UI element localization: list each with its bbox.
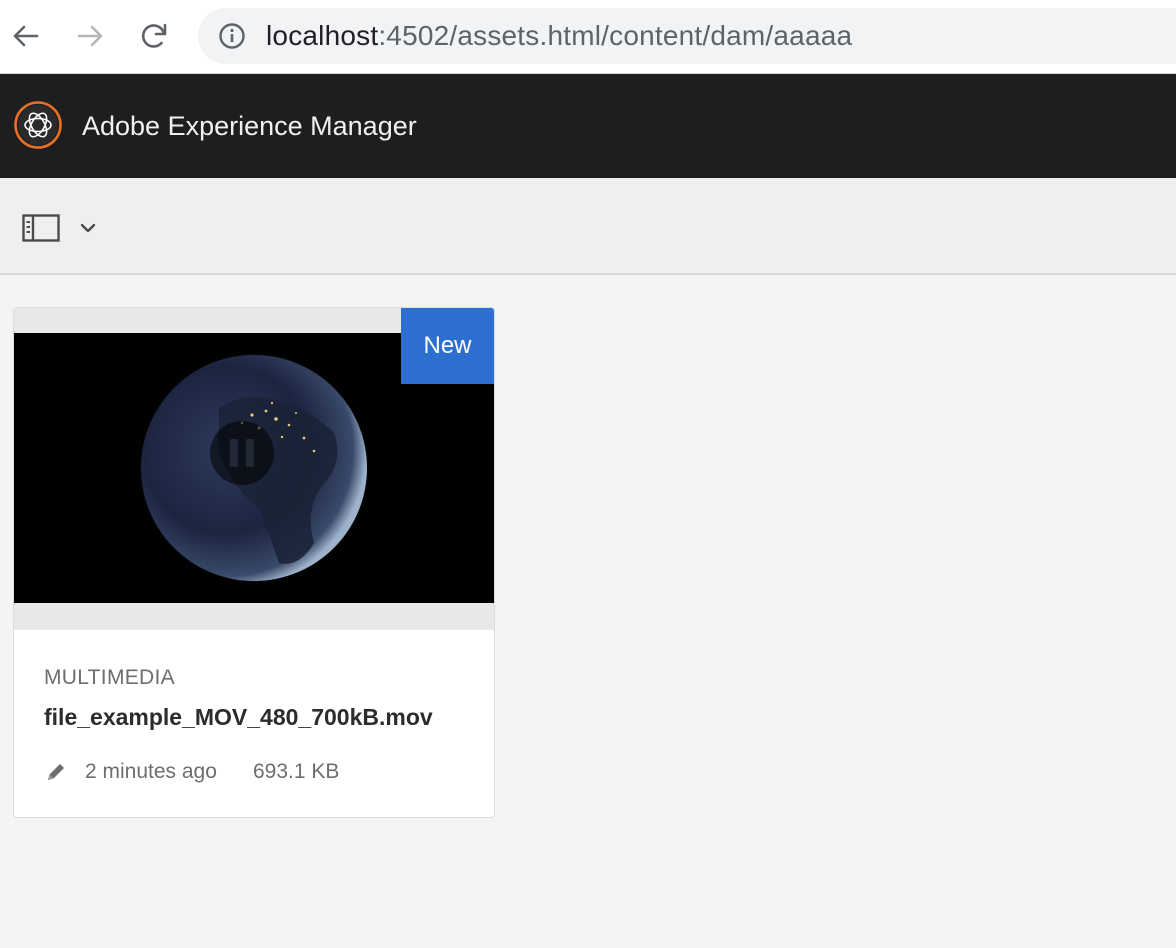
file-size: 693.1 KB (253, 760, 340, 783)
chevron-down-icon (80, 223, 96, 233)
asset-card[interactable]: New MULTIMEDIA file_example_MOV_480_700k… (13, 307, 495, 818)
action-bar (0, 178, 1176, 275)
pencil-icon (48, 764, 64, 780)
new-badge: New (401, 308, 494, 384)
forward-arrow-icon (77, 25, 103, 47)
reload-icon (141, 23, 167, 48)
info-icon[interactable] (218, 22, 246, 50)
app-title[interactable]: Adobe Experience Manager (82, 110, 417, 142)
asset-thumbnail[interactable]: New (14, 308, 494, 630)
asset-type: MULTIMEDIA (44, 666, 175, 689)
forward-button[interactable] (70, 16, 110, 56)
rail-toggle-button[interactable] (18, 208, 108, 248)
modified-time: 2 minutes ago (85, 760, 217, 783)
url-text[interactable]: localhost:4502/assets.html/content/dam/a… (266, 20, 852, 52)
address-bar[interactable]: localhost:4502/assets.html/content/dam/a… (198, 8, 1176, 64)
back-button[interactable] (6, 16, 46, 56)
url-path: :4502/assets.html/content/dam/aaaaa (378, 20, 853, 51)
aem-header: Adobe Experience Manager (0, 74, 1176, 178)
pause-icon[interactable] (210, 421, 274, 485)
reload-button[interactable] (134, 16, 174, 56)
asset-name[interactable]: file_example_MOV_480_700kB.mov (44, 704, 433, 731)
asset-meta: MULTIMEDIA file_example_MOV_480_700kB.mo… (14, 630, 494, 817)
rail-toggle-icon (22, 214, 60, 242)
back-arrow-icon (13, 25, 39, 47)
aem-logo-icon[interactable] (14, 101, 62, 149)
url-host: localhost (266, 20, 379, 51)
browser-toolbar: localhost:4502/assets.html/content/dam/a… (0, 0, 1176, 74)
